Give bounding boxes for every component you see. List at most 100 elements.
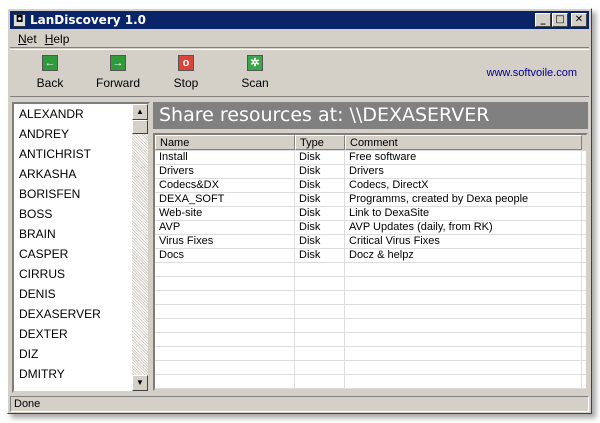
share-type: Disk (295, 249, 345, 262)
share-comment: Programms, created by Dexa people (345, 193, 582, 206)
table-row[interactable]: DEXA_SOFT Disk Programms, created by Dexa … (155, 193, 586, 207)
website-link[interactable]: www.softvoile.com (487, 67, 577, 79)
status-bar: Done (10, 396, 589, 412)
column-name[interactable]: Name (155, 135, 295, 150)
empty-cell (155, 333, 295, 347)
stop-label: Stop (173, 76, 199, 90)
empty-cell (155, 305, 295, 319)
empty-cell (345, 319, 582, 333)
share-name: AVP (155, 221, 295, 234)
table-row[interactable]: Install Disk Free software (155, 151, 586, 165)
empty-row (155, 291, 586, 305)
host-item[interactable]: DENIS (14, 284, 148, 304)
share-name: Virus Fixes (155, 235, 295, 248)
host-list-scrollbar[interactable]: ▲ ▼ (132, 104, 148, 391)
empty-cell (345, 333, 582, 347)
empty-cell (295, 375, 345, 389)
share-type: Disk (295, 179, 345, 192)
host-item[interactable]: ANDREY (14, 124, 148, 144)
scroll-down-button[interactable]: ▼ (132, 375, 148, 391)
app-window: ◘ LanDiscovery 1.0 _ □ ✕ Net Help ← Back … (7, 8, 592, 414)
share-comment: Docz & helpz (345, 249, 582, 262)
empty-cell (345, 305, 582, 319)
menu-net[interactable]: Net (18, 32, 37, 46)
app-icon: ◘ (13, 13, 26, 27)
host-item[interactable]: ARKASHA (14, 164, 148, 184)
host-item[interactable]: DEXASERVER (14, 304, 148, 324)
share-comment: Drivers (345, 165, 582, 178)
empty-cell (295, 263, 345, 277)
scan-icon: ✲ (247, 55, 263, 71)
empty-row (155, 361, 586, 375)
stop-button[interactable]: o Stop (156, 55, 216, 90)
empty-cell (155, 291, 295, 305)
share-type: Disk (295, 193, 345, 206)
empty-cell (345, 277, 582, 291)
table-row[interactable]: Docs Disk Docz & helpz (155, 249, 586, 263)
empty-row (155, 319, 586, 333)
share-name: Install (155, 151, 295, 164)
arrow-right-icon: → (110, 55, 126, 71)
empty-cell (155, 277, 295, 291)
table-row[interactable]: Virus Fixes Disk Critical Virus Fixes (155, 235, 586, 249)
host-item[interactable]: BORISFEN (14, 184, 148, 204)
share-header: Share resources at: \\DEXASERVER (153, 102, 588, 129)
empty-cell (345, 263, 582, 277)
empty-cell (295, 319, 345, 333)
share-comment: AVP Updates (daily, from RK) (345, 221, 582, 234)
column-comment[interactable]: Comment (345, 135, 582, 150)
title-bar: ◘ LanDiscovery 1.0 _ □ ✕ (10, 11, 589, 29)
share-comment: Critical Virus Fixes (345, 235, 582, 248)
table-row[interactable]: Drivers Disk Drivers (155, 165, 586, 179)
host-item[interactable]: CIRRUS (14, 264, 148, 284)
scroll-up-button[interactable]: ▲ (132, 104, 148, 120)
toolbar: ← Back → Forward o Stop ✲ Scan www.softvoile… (10, 49, 589, 97)
scan-button[interactable]: ✲ Scan (225, 55, 285, 90)
maximize-button[interactable]: □ (552, 13, 568, 27)
empty-cell (345, 291, 582, 305)
host-item[interactable]: CASPER (14, 244, 148, 264)
empty-cell (295, 305, 345, 319)
share-name: Docs (155, 249, 295, 262)
empty-row (155, 375, 586, 389)
table-row[interactable]: Web-site Disk Link to DexaSite (155, 207, 586, 221)
host-list: ALEXANDR ANDREY ANTICHRIST ARKASHA BORISFEN B… (12, 102, 150, 393)
host-item[interactable]: BOSS (14, 204, 148, 224)
host-item[interactable]: DMITRY (14, 364, 148, 384)
share-type: Disk (295, 235, 345, 248)
empty-cell (295, 361, 345, 375)
empty-cell (295, 277, 345, 291)
host-item[interactable]: ANTICHRIST (14, 144, 148, 164)
close-button[interactable]: ✕ (571, 13, 587, 27)
host-item[interactable]: BRAIN (14, 224, 148, 244)
back-button[interactable]: ← Back (20, 55, 80, 90)
empty-cell (345, 361, 582, 375)
column-type[interactable]: Type (295, 135, 345, 150)
empty-row (155, 263, 586, 277)
share-type: Disk (295, 207, 345, 220)
empty-cell (155, 263, 295, 277)
host-item[interactable]: ALEXANDR (14, 104, 148, 124)
menu-help[interactable]: Help (45, 32, 70, 46)
table-row[interactable]: Codecs&DX Disk Codecs, DirectX (155, 179, 586, 193)
empty-cell (345, 375, 582, 389)
host-item[interactable]: DIZ (14, 344, 148, 364)
scroll-thumb[interactable] (132, 120, 148, 134)
share-name: Web-site (155, 207, 295, 220)
table-header: Name Type Comment (155, 135, 586, 151)
empty-cell (155, 347, 295, 361)
share-comment: Codecs, DirectX (345, 179, 582, 192)
empty-row (155, 333, 586, 347)
share-type: Disk (295, 151, 345, 164)
empty-row (155, 347, 586, 361)
share-name: Drivers (155, 165, 295, 178)
arrow-left-icon: ← (42, 55, 58, 71)
empty-cell (155, 319, 295, 333)
empty-cell (295, 291, 345, 305)
window-title: LanDiscovery 1.0 (30, 13, 146, 27)
minimize-button[interactable]: _ (535, 13, 551, 27)
host-item[interactable]: DEXTER (14, 324, 148, 344)
share-type: Disk (295, 221, 345, 234)
table-row[interactable]: AVP Disk AVP Updates (daily, from RK) (155, 221, 586, 235)
forward-button[interactable]: → Forward (88, 55, 148, 90)
